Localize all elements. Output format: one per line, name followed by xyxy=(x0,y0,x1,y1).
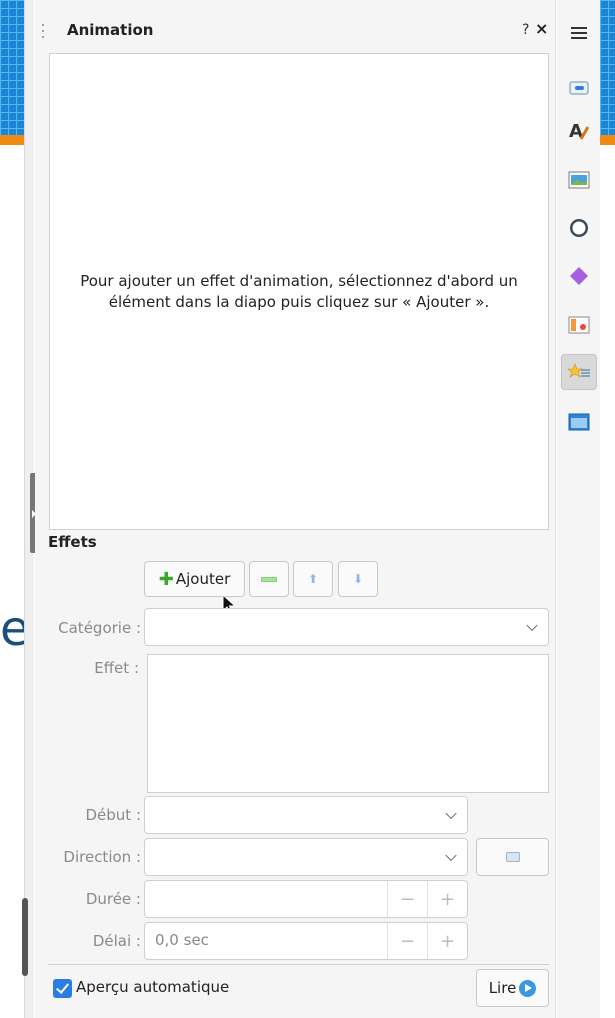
delay-spinbox[interactable]: 0,0 sec − + xyxy=(144,922,468,960)
play-label: Lire xyxy=(488,979,517,997)
delay-value: 0,0 sec xyxy=(155,931,209,949)
duration-label: Durée : xyxy=(85,890,141,908)
sidebar-tabbar: A xyxy=(557,0,600,1018)
add-effect-button[interactable]: ✚ Ajouter xyxy=(144,561,245,597)
panel-header: Animation ? × xyxy=(35,14,556,46)
add-effect-label: Ajouter xyxy=(175,570,231,588)
animation-panel: Animation ? × Pour ajouter un effet d'an… xyxy=(35,0,556,1018)
navigator-icon[interactable] xyxy=(561,210,597,246)
start-label: Début : xyxy=(85,806,141,824)
master-slides-icon[interactable] xyxy=(561,404,597,440)
remove-effect-button[interactable] xyxy=(249,561,289,597)
chevron-down-icon xyxy=(445,849,457,862)
category-label: Catégorie : xyxy=(58,619,141,637)
play-button[interactable]: Lire xyxy=(476,969,549,1007)
chevron-down-icon xyxy=(445,807,457,820)
play-icon xyxy=(519,979,537,997)
styles-icon[interactable]: A xyxy=(561,112,597,148)
shapes-icon[interactable] xyxy=(561,258,597,294)
divider xyxy=(48,964,549,965)
arrow-down-icon: ⬇ xyxy=(352,572,364,586)
slide-accent-line xyxy=(0,135,24,145)
minus-icon xyxy=(261,576,277,582)
close-button[interactable]: × xyxy=(535,19,548,38)
duration-decrement-button[interactable]: − xyxy=(387,881,427,917)
panel-title: Animation xyxy=(67,21,154,39)
duration-increment-button[interactable]: + xyxy=(427,881,467,917)
animation-icon[interactable] xyxy=(561,354,597,390)
slide-accent-line-right xyxy=(600,135,615,145)
empty-list-message: Pour ajouter un effet d'animation, sélec… xyxy=(80,272,518,311)
delay-decrement-button[interactable]: − xyxy=(387,923,427,959)
chevron-down-icon xyxy=(526,619,538,632)
slide-pattern-right xyxy=(600,0,615,135)
effect-options-button[interactable] xyxy=(476,838,549,876)
arrow-up-icon: ⬆ xyxy=(307,572,319,586)
effect-listbox[interactable] xyxy=(147,654,549,793)
slide-transition-icon[interactable] xyxy=(561,307,597,343)
delay-label: Délai : xyxy=(92,932,141,950)
direction-select[interactable] xyxy=(144,838,468,876)
autopreview-checkbox[interactable] xyxy=(53,979,72,998)
effect-label: Effet : xyxy=(94,659,139,677)
duration-spinbox[interactable]: − + xyxy=(144,880,468,918)
drag-grip-icon[interactable] xyxy=(41,22,45,38)
animation-list[interactable]: Pour ajouter un effet d'animation, sélec… xyxy=(49,53,549,530)
properties-icon[interactable] xyxy=(561,70,597,106)
move-down-button[interactable]: ⬇ xyxy=(338,561,378,597)
direction-label: Direction : xyxy=(63,848,141,866)
help-button[interactable]: ? xyxy=(522,22,529,38)
plus-icon: ✚ xyxy=(158,568,174,590)
move-up-button[interactable]: ⬆ xyxy=(293,561,333,597)
start-select[interactable] xyxy=(144,796,468,834)
options-icon xyxy=(505,852,520,862)
slide-pattern xyxy=(0,0,24,135)
delay-increment-button[interactable]: + xyxy=(427,923,467,959)
menu-icon[interactable] xyxy=(561,15,597,51)
vertical-scrollbar-thumb[interactable] xyxy=(22,898,28,976)
autopreview-label: Aperçu automatique xyxy=(76,978,230,996)
category-select[interactable] xyxy=(144,608,549,646)
gallery-icon[interactable] xyxy=(561,162,597,198)
effects-heading: Effets xyxy=(48,533,97,551)
